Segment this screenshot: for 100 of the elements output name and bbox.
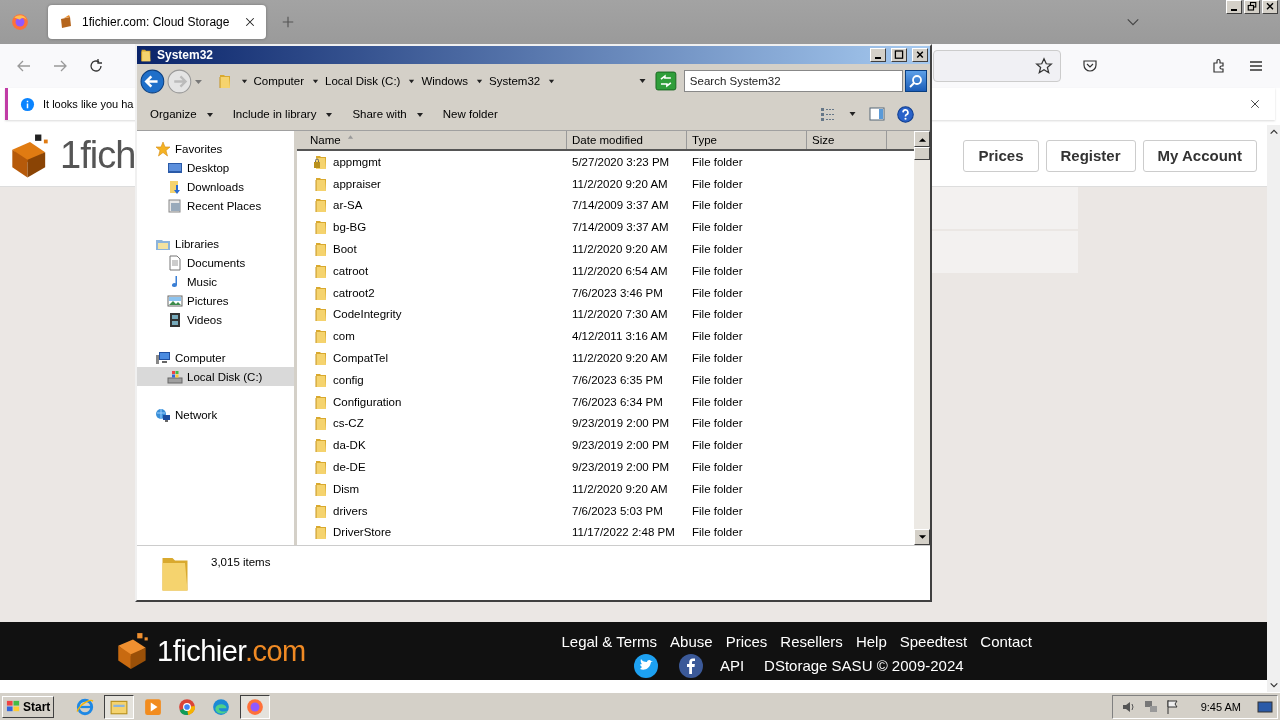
caret-icon[interactable] [312,77,319,85]
navigation-item[interactable]: Libraries [137,234,294,253]
scroll-down-icon[interactable] [1268,680,1279,690]
navigation-item[interactable]: Recent Places [137,196,294,215]
navigation-item[interactable]: Documents [137,253,294,272]
scroll-up-button[interactable] [914,131,930,147]
reload-icon[interactable] [88,58,104,74]
file-name[interactable]: drivers [333,504,368,517]
navigation-item[interactable]: Music [137,272,294,291]
browser-logo-icon[interactable] [11,13,29,31]
footer-link[interactable]: API [719,657,745,674]
footer-link[interactable]: Prices [725,632,768,650]
caret-icon[interactable] [408,77,416,85]
facebook-icon[interactable] [678,653,703,678]
scroll-thumb[interactable] [914,147,930,160]
footer-link[interactable]: Contact [980,632,1032,650]
toolbar-button[interactable]: Include in library [223,102,343,126]
navigation-item[interactable]: Desktop [137,158,294,177]
navigation-item[interactable]: Network [137,405,294,424]
scrollbar[interactable] [914,131,930,545]
file-name[interactable]: cs-CZ [333,417,364,430]
file-name[interactable]: Dism [333,482,360,495]
file-name[interactable]: Configuration [333,395,402,408]
file-name[interactable]: bg-BG [333,221,367,234]
history-caret-icon[interactable] [193,77,203,85]
close-button[interactable] [1262,0,1278,14]
back-button[interactable] [140,68,165,94]
scrollbar[interactable] [1267,125,1280,692]
view-options-icon[interactable] [820,106,836,122]
footer-link[interactable]: Abuse [670,632,713,650]
file-name[interactable]: Boot [333,243,357,256]
forward-icon[interactable] [52,58,68,74]
search-button[interactable] [905,70,927,92]
navigation-item[interactable]: Videos [137,310,294,329]
back-icon[interactable] [16,58,32,74]
file-name[interactable]: catroot [333,264,369,277]
search-field[interactable]: Search System32 [683,70,904,92]
bookmark-star-icon[interactable] [1035,57,1053,75]
file-name[interactable]: de-DE [333,461,366,474]
folder-button[interactable] [104,694,135,719]
show-desktop-icon[interactable] [1257,698,1273,715]
nav-button[interactable]: My Account [1142,139,1257,172]
file-name[interactable]: appmgmt [333,155,381,168]
maximize-button[interactable] [891,48,907,62]
preview-pane-icon[interactable] [869,106,885,122]
column-header[interactable]: Size [807,131,887,149]
menu-icon[interactable] [1248,58,1264,74]
minimize-button[interactable] [1226,0,1242,14]
close-button[interactable] [912,48,928,62]
close-icon[interactable] [1249,98,1261,110]
twitter-icon[interactable] [633,653,658,678]
file-name[interactable]: com [333,330,355,343]
footer-link[interactable]: Help [855,632,887,650]
footer-link[interactable]: Resellers [780,632,843,650]
column-header[interactable]: Type [687,131,807,149]
minimize-button[interactable] [870,48,886,62]
file-name[interactable]: catroot2 [333,286,375,299]
caret-icon[interactable] [548,77,556,85]
flag-icon[interactable] [1164,698,1181,715]
breadcrumb-item[interactable]: System32 [489,75,541,87]
toolbar-button[interactable]: New folder [433,102,507,126]
browser-tab[interactable]: 1fichier.com: Cloud Storage [48,5,266,39]
close-icon[interactable] [244,16,256,28]
column-header[interactable]: Name [297,131,567,149]
file-name[interactable]: CodeIntegrity [333,308,402,321]
column-header[interactable]: Date modified [567,131,687,149]
file-name[interactable]: da-DK [333,439,366,452]
breadcrumb-item[interactable]: Computer [253,75,304,87]
nav-button[interactable]: Register [1045,139,1136,172]
caret-icon[interactable] [848,110,857,118]
navigation-item[interactable]: Computer [137,348,294,367]
navigation-item[interactable]: Pictures [137,291,294,310]
scroll-down-button[interactable] [914,529,930,545]
navigation-item[interactable]: Downloads [137,177,294,196]
start-button[interactable]: Start [2,695,55,718]
refresh-button[interactable] [655,71,677,91]
nav-button[interactable]: Prices [963,139,1039,172]
help-icon[interactable] [897,105,914,123]
pocket-icon[interactable] [1082,58,1098,74]
breadcrumb-item[interactable]: Windows [421,75,469,87]
file-name[interactable]: appraiser [333,177,381,190]
dropdown-caret-icon[interactable] [638,77,647,85]
caret-icon[interactable] [240,77,248,85]
toolbar-button[interactable]: Organize [141,102,223,126]
scroll-up-icon[interactable] [1268,127,1279,137]
footer-link[interactable]: Legal & Terms [561,632,658,650]
file-name[interactable]: DriverStore [333,526,392,539]
navigation-item[interactable]: Favorites [137,139,294,158]
site-logo[interactable]: 1fich [60,134,136,177]
network-icon[interactable] [1142,698,1159,715]
toolbar-button[interactable]: Share with [343,102,433,126]
breadcrumb-item[interactable]: Local Disk (C:) [325,75,401,87]
caret-icon[interactable] [476,77,484,85]
firefox-button[interactable] [240,694,271,719]
extensions-icon[interactable] [1211,58,1227,74]
navigation-item[interactable]: Local Disk (C:) [137,367,294,386]
file-name[interactable]: CompatTel [333,352,388,365]
file-name[interactable]: config [333,373,364,386]
footer-link[interactable]: Speedtest [899,632,968,650]
footer-logo[interactable]: 1fichier.com [157,634,306,668]
